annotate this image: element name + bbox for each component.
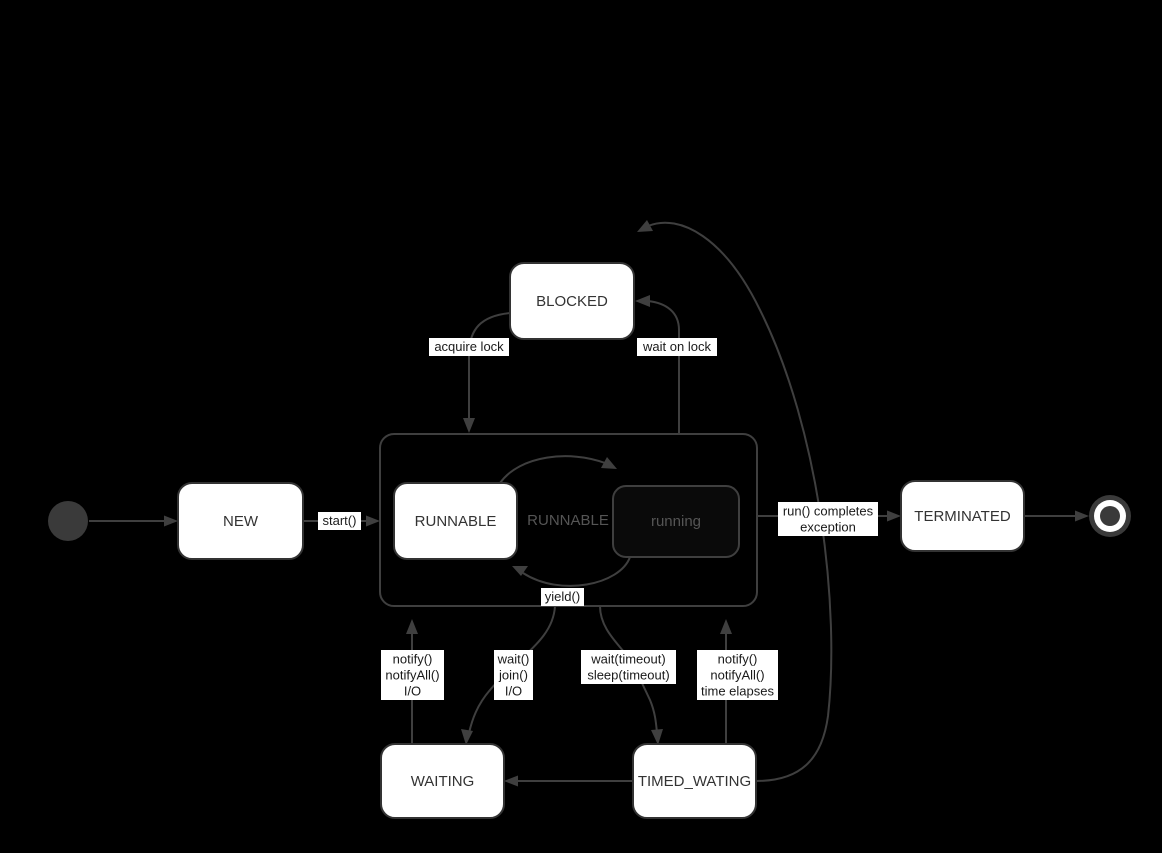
edge-label-wait-on-lock: wait on lock (637, 338, 717, 356)
edge-label-notify-elapsed: notify() notifyAll() time elapses (697, 650, 778, 700)
edge-label-notify-elapsed-line2: notifyAll() (710, 667, 764, 682)
edge-label-wait-join-io-line3: I/O (505, 683, 522, 698)
edge-timed-waiting-to-waiting (504, 775, 633, 787)
composite-runnable-label: RUNNABLE (527, 512, 609, 529)
state-blocked[interactable]: BLOCKED (509, 262, 635, 340)
runnable-label: RUNNABLE (415, 513, 497, 530)
start-node-circle[interactable] (48, 501, 88, 541)
edge-label-wait-on-lock-text: wait on lock (642, 339, 711, 354)
edge-runnable-to-blocked (635, 295, 680, 434)
timed-waiting-label: TIMED_WATING (638, 773, 751, 790)
state-runnable[interactable]: RUNNABLE (393, 482, 518, 560)
edge-blocked-to-runnable (463, 312, 511, 433)
edge-label-notify-elapsed-line3: time elapses (701, 683, 774, 698)
state-terminated[interactable]: TERMINATED (900, 480, 1025, 552)
edge-label-wait-join-io-line2: join() (498, 667, 528, 682)
edge-label-yield: yield() (541, 588, 584, 606)
running-label: running (651, 513, 701, 530)
blocked-label: BLOCKED (536, 293, 608, 310)
state-new[interactable]: NEW (177, 482, 304, 560)
edge-label-acquire-lock: acquire lock (429, 338, 509, 356)
state-running[interactable]: running (612, 485, 740, 558)
edge-label-wait-timeout: wait(timeout) sleep(timeout) (581, 650, 676, 684)
edge-label-run-completes-line2: exception (800, 519, 856, 534)
state-waiting[interactable]: WAITING (380, 743, 505, 819)
start-node[interactable] (48, 501, 88, 541)
edge-label-notify-io-line1: notify() (393, 651, 433, 666)
state-diagram-canvas: RUNNABLE running RUNNABLE NEW BLOCKED TE… (0, 0, 1162, 853)
edge-start-to-new (89, 515, 178, 527)
edge-label-yield-text: yield() (545, 589, 580, 604)
new-label: NEW (223, 513, 259, 530)
edge-label-start-text: start() (323, 513, 357, 528)
edge-label-wait-join-io: wait() join() I/O (494, 650, 533, 700)
edge-label-wait-join-io-line1: wait() (497, 651, 530, 666)
edge-terminated-to-end (1024, 510, 1089, 522)
edge-label-notify-io-line2: notifyAll() (385, 667, 439, 682)
edge-runnable-to-running (499, 455, 617, 484)
end-node[interactable] (1089, 495, 1131, 537)
end-node-inner-dot (1100, 506, 1120, 526)
edge-label-acquire-lock-text: acquire lock (434, 339, 504, 354)
waiting-label: WAITING (411, 773, 475, 790)
terminated-label: TERMINATED (914, 508, 1011, 525)
edge-label-run-completes: run() completes exception (778, 502, 878, 536)
edge-label-run-completes-line1: run() completes (783, 503, 874, 518)
edge-label-wait-timeout-line1: wait(timeout) (590, 651, 665, 666)
thread-state-diagram: RUNNABLE running RUNNABLE NEW BLOCKED TE… (48, 220, 1131, 819)
edge-label-start: start() (318, 512, 361, 530)
state-timed-waiting[interactable]: TIMED_WATING (632, 743, 757, 819)
edge-label-wait-timeout-line2: sleep(timeout) (587, 667, 669, 682)
edge-label-notify-io: notify() notifyAll() I/O (381, 650, 444, 700)
edge-label-notify-io-line3: I/O (404, 683, 421, 698)
edge-running-to-runnable (512, 556, 631, 587)
edge-label-notify-elapsed-line1: notify() (718, 651, 758, 666)
